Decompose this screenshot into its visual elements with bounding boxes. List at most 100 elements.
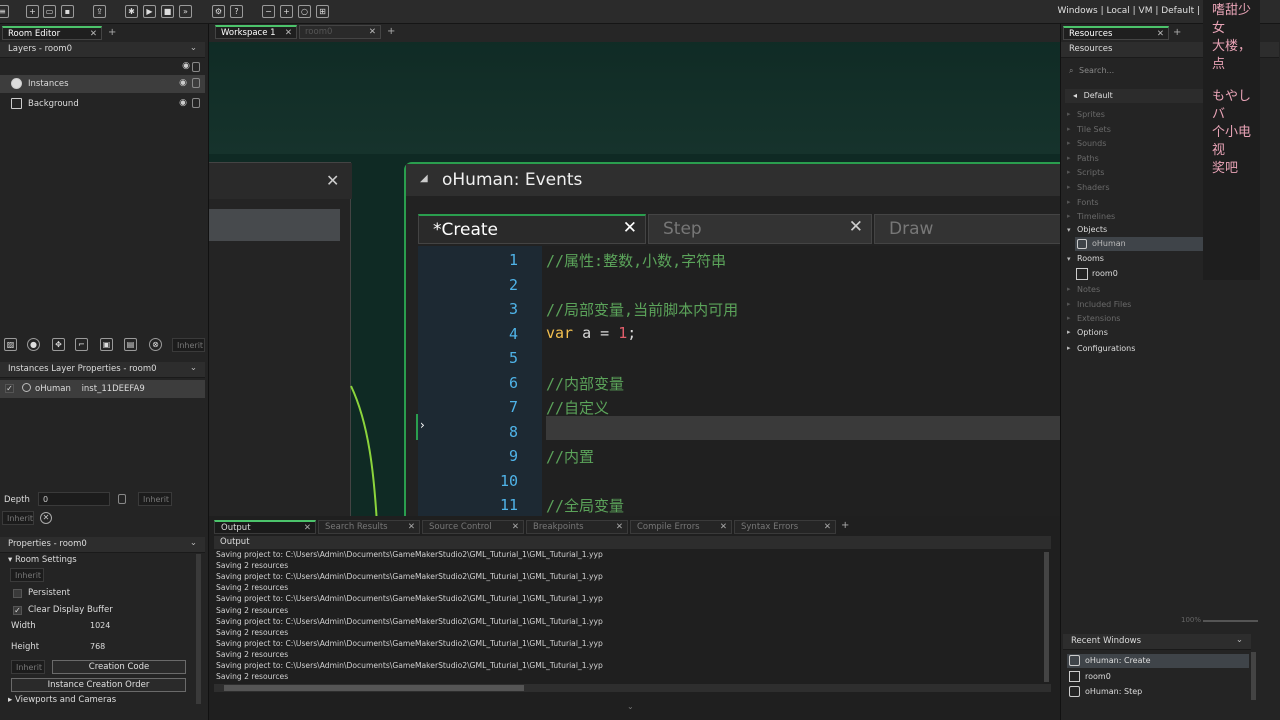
depth-field[interactable]: 0 xyxy=(38,492,110,506)
new-project-icon[interactable]: + xyxy=(26,5,39,18)
output-hscroll-thumb[interactable] xyxy=(224,685,524,691)
close-icon[interactable]: ✕ xyxy=(408,522,415,532)
instance-visible-checkbox[interactable]: ✓ xyxy=(5,384,14,393)
tab-source-control[interactable]: Source Control ✕ xyxy=(422,520,524,534)
lock-icon[interactable] xyxy=(192,78,200,88)
delete-layer-icon[interactable]: ⊗ xyxy=(149,338,162,351)
collapsed-arrow-icon[interactable]: ▸ xyxy=(1067,154,1071,162)
add-tile-layer-icon[interactable]: ▣ xyxy=(100,338,113,351)
tab-workspace-1[interactable]: Workspace 1 ✕ xyxy=(215,25,297,39)
eye-icon[interactable]: ◉ xyxy=(179,98,187,108)
workspace-canvas[interactable]: ✕ ◢ oHuman: Events *Create ✕ Step ✕ Draw… xyxy=(209,24,1060,516)
instance-creation-order-button[interactable]: Instance Creation Order xyxy=(11,678,186,692)
code-line[interactable]: 4 var a = 1; xyxy=(418,322,1060,346)
resource-folder[interactable]: Notes xyxy=(1077,285,1100,294)
inherit-layers-field[interactable]: Inherit xyxy=(172,338,205,352)
collapsed-arrow-icon[interactable]: ▸ xyxy=(1067,183,1071,191)
code-line[interactable]: 1 //属性:整数,小数,字符串 xyxy=(418,248,1060,272)
resource-folder[interactable]: Sprites xyxy=(1077,110,1105,119)
instance-row[interactable]: ✓ oHuman inst_11DEEFA9 xyxy=(0,380,205,398)
resource-folder[interactable]: Included Files xyxy=(1077,300,1131,309)
chevron-down-icon[interactable]: ⌄ xyxy=(1236,635,1243,645)
collapsed-arrow-icon[interactable]: ▸ xyxy=(1067,139,1071,147)
tab-syntax-errors[interactable]: Syntax Errors ✕ xyxy=(734,520,836,534)
resource-folder[interactable]: Timelines xyxy=(1077,212,1115,221)
add-path-layer-icon[interactable]: ⌐ xyxy=(75,338,88,351)
recent-scrollbar[interactable] xyxy=(1251,652,1256,700)
resource-folder[interactable]: Paths xyxy=(1077,154,1099,163)
zoom-reset-icon[interactable]: ○ xyxy=(298,5,311,18)
resource-folder[interactable]: Scripts xyxy=(1077,168,1104,177)
resource-folder[interactable]: Sounds xyxy=(1077,139,1106,148)
chevron-down-icon[interactable]: ⌄ xyxy=(627,702,634,711)
open-project-icon[interactable]: ▭ xyxy=(43,5,56,18)
tab-room0[interactable]: room0 ✕ xyxy=(299,25,381,39)
collapsed-arrow-icon[interactable]: ▸ xyxy=(1067,285,1071,293)
target-selector[interactable]: Windows | Local | VM | Default | xyxy=(1058,6,1200,16)
height-field[interactable]: 768 xyxy=(86,640,138,654)
close-icon[interactable]: ✕ xyxy=(720,522,727,532)
close-icon[interactable]: ✕ xyxy=(326,171,339,190)
stop-icon[interactable]: ■ xyxy=(161,5,174,18)
layer-instances[interactable]: Instances ◉ xyxy=(0,75,205,93)
close-icon[interactable]: ✕ xyxy=(1157,29,1164,39)
code-tab-step[interactable]: Step ✕ xyxy=(648,214,872,244)
lock-icon[interactable] xyxy=(192,62,200,72)
resource-room0[interactable]: room0 xyxy=(1092,269,1118,278)
add-background-layer-icon[interactable]: ▨ xyxy=(4,338,17,351)
inherit-code-field[interactable]: Inherit xyxy=(11,660,45,674)
collapsed-arrow-icon[interactable]: ▸ xyxy=(1067,314,1071,322)
output-vscrollbar[interactable] xyxy=(1044,552,1049,682)
settings-icon[interactable]: ⚙ xyxy=(212,5,225,18)
layer-background[interactable]: Background ◉ xyxy=(0,95,205,113)
save-icon[interactable]: ▪ xyxy=(61,5,74,18)
code-editor[interactable]: › 1//属性:整数,小数,字符串 2 3//局部变量,当前脚本内可用 4 var a … xyxy=(416,246,1060,516)
collapsed-arrow-icon[interactable]: ▸ xyxy=(1067,198,1071,206)
code-line[interactable]: 6 //内部变量 xyxy=(418,371,1060,395)
lock-icon[interactable] xyxy=(192,98,200,108)
add-tab-icon[interactable]: + xyxy=(841,520,849,531)
resource-group[interactable]: ◂ Default xyxy=(1065,89,1215,103)
collapsed-arrow-icon[interactable]: ▸ xyxy=(1067,125,1071,133)
close-icon[interactable]: ✕ xyxy=(512,522,519,532)
delete-instance-icon[interactable]: ✕ xyxy=(40,512,52,524)
code-line[interactable]: 5 xyxy=(418,346,1060,370)
tab-output[interactable]: Output ✕ xyxy=(214,520,316,534)
collapsed-arrow-icon[interactable]: ▸ xyxy=(1067,168,1071,176)
collapsed-arrow-icon[interactable]: ▸ xyxy=(1067,110,1071,118)
chevron-down-icon[interactable]: ⌄ xyxy=(190,363,197,373)
close-icon[interactable]: ✕ xyxy=(849,217,863,237)
width-field[interactable]: 1024 xyxy=(86,619,138,633)
zoom-out-icon[interactable]: − xyxy=(262,5,275,18)
lock-icon[interactable] xyxy=(118,494,126,504)
collapsed-arrow-icon[interactable]: ▸ xyxy=(1067,300,1071,308)
properties-scrollbar[interactable] xyxy=(196,554,201,704)
export-icon[interactable]: ⇪ xyxy=(93,5,106,18)
code-line[interactable]: 2 xyxy=(418,273,1060,297)
code-line[interactable]: 8 xyxy=(418,420,1060,444)
code-tab-create[interactable]: *Create ✕ xyxy=(418,214,646,244)
persistent-checkbox[interactable] xyxy=(13,589,22,598)
clear-display-checkbox[interactable]: ✓ xyxy=(13,606,22,615)
add-folder-icon[interactable]: ▤ xyxy=(124,338,137,351)
add-instance-layer-icon[interactable]: ● xyxy=(27,338,40,351)
recent-item-2[interactable]: oHuman: Step xyxy=(1067,685,1249,699)
debug-icon[interactable]: ✱ xyxy=(125,5,138,18)
resource-folder[interactable]: Extensions xyxy=(1077,314,1120,323)
close-icon[interactable]: ✕ xyxy=(616,522,623,532)
inherit-settings-field[interactable]: Inherit xyxy=(10,568,44,582)
collapsed-arrow-icon[interactable]: ▸ xyxy=(1067,344,1071,352)
output-hscrollbar[interactable] xyxy=(214,684,1051,692)
resource-rooms[interactable]: Rooms xyxy=(1077,254,1104,263)
add-tab-icon[interactable]: + xyxy=(387,26,395,37)
resource-configurations[interactable]: Configurations xyxy=(1077,344,1135,353)
code-line[interactable]: 11 //全局变量 xyxy=(418,493,1060,516)
help-icon[interactable]: ? xyxy=(230,5,243,18)
zoom-in-icon[interactable]: + xyxy=(280,5,293,18)
chevron-down-icon[interactable]: ⌄ xyxy=(190,43,197,53)
room-window[interactable]: ✕ xyxy=(209,162,352,516)
recent-item-0[interactable]: oHuman: Create xyxy=(1067,654,1249,668)
resource-folder[interactable]: Tile Sets xyxy=(1077,125,1111,134)
code-tab-draw[interactable]: Draw xyxy=(874,214,1060,244)
eye-icon[interactable]: ◉ xyxy=(179,78,187,88)
